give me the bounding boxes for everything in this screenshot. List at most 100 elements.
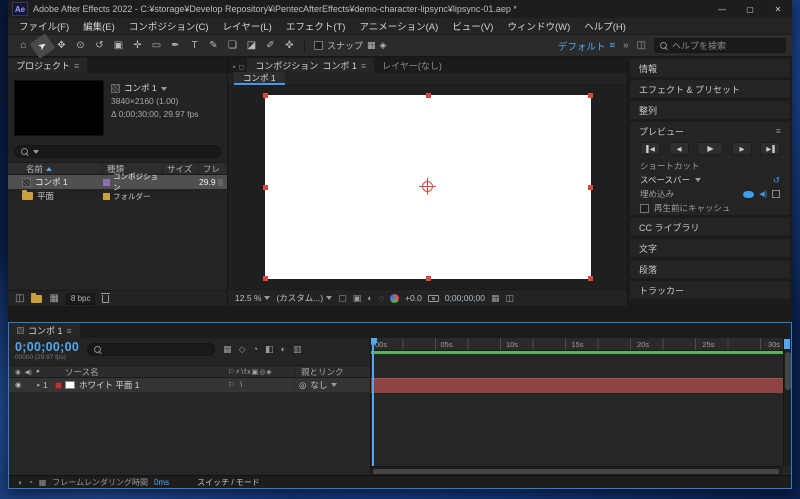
time-navigator-handle[interactable] bbox=[784, 339, 790, 349]
panel-box-icon[interactable]: ◫ bbox=[637, 40, 646, 51]
layer-parent-dropdown[interactable]: なし bbox=[310, 379, 327, 391]
layer-twirl-icon[interactable]: ▸ bbox=[29, 381, 43, 389]
render-status-icon[interactable]: ◑ bbox=[17, 478, 22, 487]
include-overlays-icon[interactable] bbox=[772, 190, 780, 198]
transform-handle[interactable] bbox=[426, 276, 431, 281]
timeline-layer-row[interactable]: ◉ ▸ 1 ホワイト 平面 1 ⚐ \ ◎ なし bbox=[9, 378, 370, 393]
shape-tool-icon[interactable]: ▭ bbox=[147, 37, 166, 55]
eraser-tool-icon[interactable]: ◪ bbox=[242, 37, 261, 55]
rotation-tool-icon[interactable]: ↺ bbox=[90, 37, 109, 55]
menu-animation[interactable]: アニメーション(A) bbox=[352, 19, 445, 33]
next-frame-button[interactable]: ▶ bbox=[731, 142, 752, 155]
interpret-footage-icon[interactable]: ◫ bbox=[15, 293, 24, 304]
transform-handle[interactable] bbox=[263, 185, 268, 190]
transform-handle[interactable] bbox=[588, 276, 593, 281]
text-tool-icon[interactable]: T bbox=[185, 37, 204, 55]
menu-file[interactable]: ファイル(F) bbox=[12, 19, 76, 33]
render-queue-icon[interactable]: ▦ bbox=[39, 478, 47, 487]
layer-switches[interactable]: ⚐ \ bbox=[228, 381, 294, 389]
previous-frame-button[interactable]: ◀ bbox=[668, 142, 689, 155]
tab-project[interactable]: プロジェクト ≡ bbox=[8, 58, 88, 73]
time-ruler[interactable]: 00s 05s 10s 15s 20s 25s 30s bbox=[371, 338, 791, 351]
transform-handle[interactable] bbox=[263, 276, 268, 281]
menu-composition[interactable]: コンポジション(C) bbox=[122, 19, 216, 33]
close-button[interactable]: ✕ bbox=[764, 0, 792, 18]
panel-divider[interactable] bbox=[8, 306, 792, 322]
graph-editor-icon[interactable]: ▥ bbox=[293, 344, 302, 355]
transparency-grid-icon[interactable]: ▣ bbox=[353, 293, 362, 304]
zoom-tool-icon[interactable]: ⊙ bbox=[71, 37, 90, 55]
scrollbar-thumb[interactable] bbox=[373, 469, 779, 474]
include-video-eye-icon[interactable] bbox=[743, 190, 755, 198]
viewer-lock-icon[interactable]: ◻ bbox=[238, 63, 244, 71]
project-bit-depth[interactable]: 8 bpc bbox=[65, 292, 96, 305]
new-composition-icon[interactable]: ▦ bbox=[49, 293, 58, 304]
snap-shape-icon[interactable]: ▦ bbox=[367, 40, 376, 51]
workspace-overflow-chevrons[interactable]: » bbox=[623, 40, 629, 51]
puppet-tool-icon[interactable]: ✜ bbox=[280, 37, 299, 55]
timeline-timecode[interactable]: 0;00;00;00 bbox=[15, 340, 79, 354]
grid-options-icon[interactable]: ▦ bbox=[491, 293, 500, 304]
resolution-dropdown[interactable]: (カスタム...) bbox=[276, 292, 333, 304]
panel-paragraph[interactable]: 段落 bbox=[630, 260, 790, 278]
include-audio-icon[interactable]: ◀) bbox=[759, 190, 767, 198]
column-header-name[interactable]: 名前 bbox=[8, 163, 103, 174]
composition-viewport[interactable] bbox=[228, 86, 627, 289]
help-search-input[interactable] bbox=[672, 40, 780, 51]
panel-character[interactable]: 文字 bbox=[630, 239, 790, 257]
menu-view[interactable]: ビュー(V) bbox=[445, 19, 500, 33]
timeline-vertical-scrollbar[interactable] bbox=[783, 338, 791, 466]
roto-brush-tool-icon[interactable]: ✐ bbox=[261, 37, 280, 55]
composition-mini-flowchart-icon[interactable]: ▦ bbox=[223, 344, 232, 355]
last-frame-button[interactable]: ▶▐ bbox=[760, 142, 780, 155]
panel-preview-header[interactable]: プレビュー ≡ bbox=[630, 122, 790, 140]
mask-toggle-icon[interactable]: ◐ bbox=[367, 293, 372, 303]
flowchart-icon[interactable]: ◫ bbox=[506, 293, 515, 304]
snap-feature-icon[interactable]: ◈ bbox=[380, 40, 387, 51]
anchor-point-icon[interactable] bbox=[419, 178, 436, 195]
panel-info[interactable]: 情報 bbox=[630, 59, 790, 77]
work-area-bar[interactable] bbox=[371, 351, 783, 354]
new-folder-icon[interactable] bbox=[31, 292, 43, 303]
column-header-size[interactable]: サイズ bbox=[163, 163, 199, 174]
channel-selector-icon[interactable] bbox=[390, 293, 400, 303]
scrollbar-thumb[interactable] bbox=[785, 352, 791, 390]
column-header-source-name[interactable]: ソース名 bbox=[57, 366, 228, 378]
snapshot-camera-icon[interactable] bbox=[427, 294, 439, 302]
selection-tool-icon[interactable]: ➤ bbox=[29, 32, 56, 59]
maximize-button[interactable]: ▢ bbox=[736, 0, 764, 18]
column-header-parent-link[interactable]: 親とリンク bbox=[294, 365, 370, 378]
cache-before-playback-checkbox[interactable] bbox=[640, 203, 649, 213]
project-row-folder[interactable]: 平面 フォルダー bbox=[8, 189, 227, 203]
playhead[interactable] bbox=[372, 338, 374, 466]
menu-effect[interactable]: エフェクト(T) bbox=[279, 19, 353, 33]
reset-icon[interactable]: ↺ bbox=[773, 175, 780, 186]
clone-stamp-tool-icon[interactable]: ❏ bbox=[223, 37, 242, 55]
guides-icon[interactable]: ◌ bbox=[379, 293, 384, 303]
motion-blur-icon[interactable]: ◐ bbox=[281, 344, 286, 355]
frame-blending-icon[interactable]: ◧ bbox=[265, 344, 274, 355]
minimize-button[interactable]: — bbox=[708, 0, 736, 18]
pan-behind-tool-icon[interactable]: ✛ bbox=[128, 37, 147, 55]
snap-checkbox[interactable] bbox=[314, 41, 323, 50]
transform-handle[interactable] bbox=[588, 93, 593, 98]
menu-window[interactable]: ウィンドウ(W) bbox=[500, 19, 577, 33]
hand-tool-icon[interactable]: ✥ bbox=[52, 37, 71, 55]
timeline-horizontal-scrollbar[interactable] bbox=[371, 466, 783, 475]
zoom-level-dropdown[interactable]: 12.5 % bbox=[235, 293, 271, 303]
pick-whip-icon[interactable]: ◎ bbox=[299, 380, 306, 391]
column-header-switches[interactable]: ⚐⚡\fx▣◎◈ bbox=[228, 368, 294, 376]
viewer-timecode[interactable]: 0;00;00;00 bbox=[445, 293, 485, 303]
panel-align[interactable]: 整列 bbox=[630, 101, 790, 119]
panel-menu-icon[interactable]: ≡ bbox=[67, 326, 72, 336]
layer-label-color-chip[interactable] bbox=[55, 381, 62, 389]
panel-cc-libraries[interactable]: CC ライブラリ bbox=[630, 218, 790, 236]
menu-help[interactable]: ヘルプ(H) bbox=[577, 19, 633, 33]
region-of-interest-icon[interactable]: ▢ bbox=[338, 293, 347, 304]
panel-effects-presets[interactable]: エフェクト & プリセット bbox=[630, 80, 790, 98]
project-row-comp1[interactable]: コンポ 1 コンポジション 29.9 bbox=[8, 172, 227, 192]
shortcut-value-dropdown[interactable]: スペースバー bbox=[640, 174, 690, 186]
column-header-fps[interactable]: フレ bbox=[199, 163, 227, 174]
timeline-track-area[interactable]: 00s 05s 10s 15s 20s 25s 30s bbox=[371, 338, 791, 475]
brush-tool-icon[interactable]: ✎ bbox=[204, 37, 223, 55]
